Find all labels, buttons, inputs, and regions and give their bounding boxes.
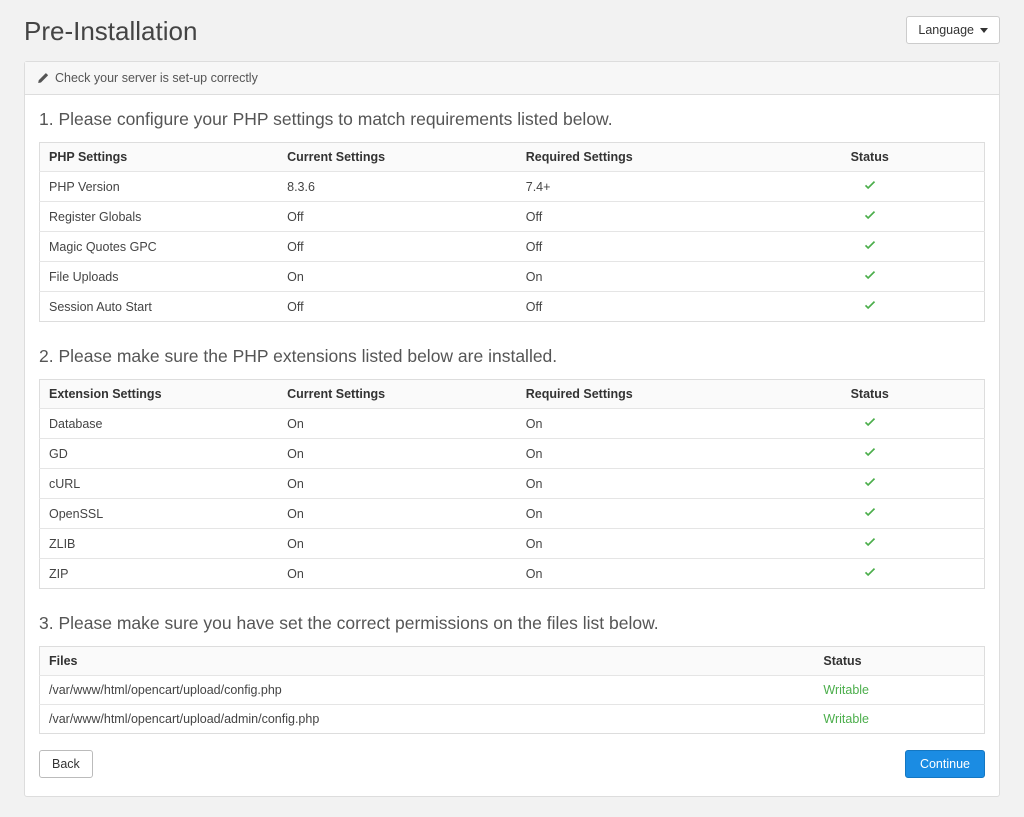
section-title-files: 3. Please make sure you have set the cor…	[39, 613, 985, 634]
php-settings-table: PHP Settings Current Settings Required S…	[39, 142, 985, 322]
setting-current: Off	[278, 292, 517, 322]
file-status: Writable	[814, 676, 984, 705]
col-header: Status	[755, 143, 984, 172]
col-header: Current Settings	[278, 380, 517, 409]
setting-status	[755, 172, 984, 202]
table-row: OpenSSLOnOn	[40, 499, 985, 529]
col-header: Status	[814, 647, 984, 676]
files-permissions-table: Files Status /var/www/html/opencart/uplo…	[39, 646, 985, 734]
setting-status	[755, 292, 984, 322]
table-row: ZLIBOnOn	[40, 529, 985, 559]
setting-name: Magic Quotes GPC	[40, 232, 279, 262]
section-title-php: 1. Please configure your PHP settings to…	[39, 109, 985, 130]
setting-required: On	[517, 469, 756, 499]
setting-required: On	[517, 499, 756, 529]
setting-status	[755, 202, 984, 232]
setting-required: On	[517, 409, 756, 439]
setting-name: OpenSSL	[40, 499, 279, 529]
setting-name: ZLIB	[40, 529, 279, 559]
setting-status	[755, 409, 984, 439]
table-row: GDOnOn	[40, 439, 985, 469]
file-status: Writable	[814, 705, 984, 734]
setting-current: Off	[278, 202, 517, 232]
setting-required: On	[517, 529, 756, 559]
setting-current: On	[278, 439, 517, 469]
table-row: /var/www/html/opencart/upload/admin/conf…	[40, 705, 985, 734]
check-icon	[864, 269, 876, 281]
table-row: PHP Version8.3.67.4+	[40, 172, 985, 202]
setting-status	[755, 469, 984, 499]
section-title-ext: 2. Please make sure the PHP extensions l…	[39, 346, 985, 367]
setting-name: Database	[40, 409, 279, 439]
chevron-down-icon	[980, 28, 988, 33]
check-icon	[864, 506, 876, 518]
check-icon	[864, 566, 876, 578]
col-header: Extension Settings	[40, 380, 279, 409]
setting-status	[755, 499, 984, 529]
table-row: Magic Quotes GPCOffOff	[40, 232, 985, 262]
table-row: /var/www/html/opencart/upload/config.php…	[40, 676, 985, 705]
setting-required: On	[517, 559, 756, 589]
setting-status	[755, 559, 984, 589]
language-dropdown[interactable]: Language	[906, 16, 1000, 44]
check-icon	[864, 209, 876, 221]
back-button[interactable]: Back	[39, 750, 93, 778]
file-path: /var/www/html/opencart/upload/admin/conf…	[40, 705, 815, 734]
setting-status	[755, 529, 984, 559]
setting-name: Session Auto Start	[40, 292, 279, 322]
setting-name: cURL	[40, 469, 279, 499]
panel-header: Check your server is set-up correctly	[25, 62, 999, 95]
check-icon	[864, 239, 876, 251]
extension-settings-table: Extension Settings Current Settings Requ…	[39, 379, 985, 589]
check-icon	[864, 476, 876, 488]
col-header: Required Settings	[517, 143, 756, 172]
setting-status	[755, 232, 984, 262]
setting-current: On	[278, 262, 517, 292]
setting-name: File Uploads	[40, 262, 279, 292]
table-row: Register GlobalsOffOff	[40, 202, 985, 232]
file-path: /var/www/html/opencart/upload/config.php	[40, 676, 815, 705]
check-icon	[864, 446, 876, 458]
setting-required: On	[517, 439, 756, 469]
panel-subtitle: Check your server is set-up correctly	[55, 71, 258, 85]
pencil-icon	[37, 72, 49, 84]
table-row: cURLOnOn	[40, 469, 985, 499]
col-header: Required Settings	[517, 380, 756, 409]
setting-required: Off	[517, 232, 756, 262]
table-row: File UploadsOnOn	[40, 262, 985, 292]
col-header: Current Settings	[278, 143, 517, 172]
setting-name: Register Globals	[40, 202, 279, 232]
setting-name: PHP Version	[40, 172, 279, 202]
setting-current: On	[278, 559, 517, 589]
check-icon	[864, 536, 876, 548]
setting-current: On	[278, 409, 517, 439]
pre-install-panel: Check your server is set-up correctly 1.…	[24, 61, 1000, 797]
setting-current: Off	[278, 232, 517, 262]
setting-current: On	[278, 529, 517, 559]
setting-status	[755, 439, 984, 469]
language-label: Language	[918, 23, 974, 37]
table-row: ZIPOnOn	[40, 559, 985, 589]
setting-required: Off	[517, 292, 756, 322]
setting-status	[755, 262, 984, 292]
continue-button[interactable]: Continue	[905, 750, 985, 778]
col-header: PHP Settings	[40, 143, 279, 172]
setting-required: On	[517, 262, 756, 292]
table-row: Session Auto StartOffOff	[40, 292, 985, 322]
setting-name: ZIP	[40, 559, 279, 589]
col-header: Status	[755, 380, 984, 409]
setting-required: 7.4+	[517, 172, 756, 202]
setting-required: Off	[517, 202, 756, 232]
col-header: Files	[40, 647, 815, 676]
check-icon	[864, 179, 876, 191]
setting-current: On	[278, 469, 517, 499]
setting-current: 8.3.6	[278, 172, 517, 202]
table-row: DatabaseOnOn	[40, 409, 985, 439]
check-icon	[864, 299, 876, 311]
setting-current: On	[278, 499, 517, 529]
setting-name: GD	[40, 439, 279, 469]
page-title: Pre-Installation	[24, 16, 197, 47]
check-icon	[864, 416, 876, 428]
